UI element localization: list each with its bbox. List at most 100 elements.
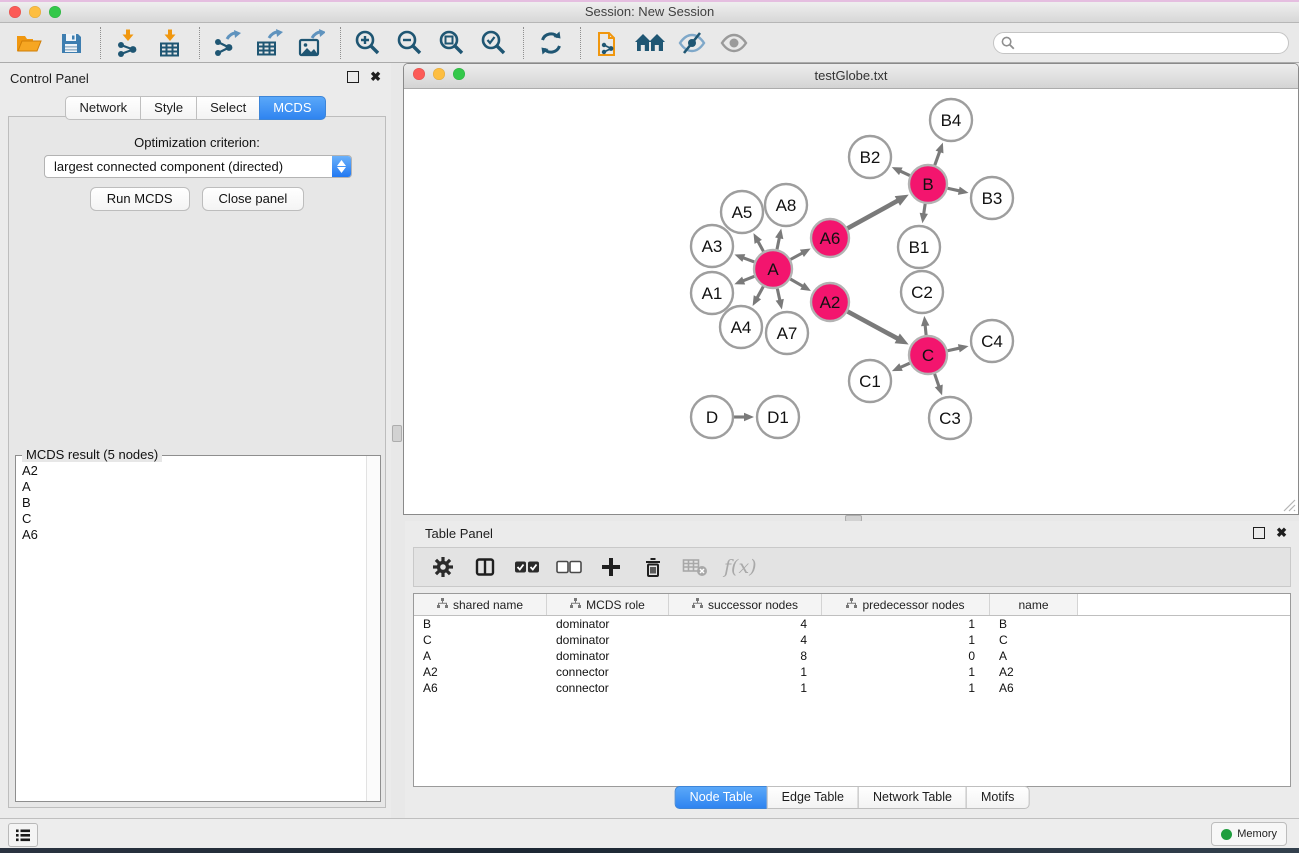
- mcds-result-list[interactable]: A2ABCA6: [16, 457, 367, 801]
- search-field[interactable]: [993, 32, 1289, 54]
- table-body[interactable]: Bdominator41BCdominator41CAdominator80AA…: [414, 616, 1290, 696]
- window-resize-grip[interactable]: [1283, 499, 1296, 512]
- network-window-title-bar[interactable]: testGlobe.txt: [404, 64, 1298, 89]
- export-table-icon[interactable]: [252, 27, 286, 59]
- edge-A-A1[interactable]: [743, 276, 755, 281]
- edge-C-C2[interactable]: [925, 325, 926, 335]
- network-canvas[interactable]: B4B2BB3A8A5A6A3B1AA1C2A2A4A7C4CC1C3DD1: [404, 89, 1298, 514]
- save-session-icon[interactable]: [54, 27, 88, 59]
- split-column-icon[interactable]: [470, 552, 500, 582]
- edge-C-C3[interactable]: [935, 374, 940, 387]
- float-panel-icon[interactable]: [347, 71, 359, 83]
- table-row[interactable]: Cdominator41C: [414, 632, 1290, 648]
- criterion-select[interactable]: largest connected component (directed): [44, 155, 352, 178]
- edge-B-B1[interactable]: [924, 204, 926, 215]
- column-header-MCDS-role[interactable]: MCDS role: [547, 594, 669, 615]
- table-cell[interactable]: connector: [547, 680, 669, 696]
- table-cell[interactable]: dominator: [547, 616, 669, 632]
- table-cell[interactable]: 1: [669, 680, 822, 696]
- table-cell[interactable]: 1: [822, 664, 990, 680]
- table-cell[interactable]: A2: [414, 664, 547, 680]
- edge-A-A3[interactable]: [743, 258, 754, 262]
- minimize-window-button[interactable]: [433, 68, 445, 80]
- table-cell[interactable]: 8: [669, 648, 822, 664]
- vertical-split-handle[interactable]: [392, 425, 402, 442]
- minimize-window-button[interactable]: [29, 6, 41, 18]
- edge-B-B4[interactable]: [935, 151, 940, 165]
- select-all-check-icon[interactable]: [512, 552, 542, 582]
- column-header-name[interactable]: name: [990, 594, 1078, 615]
- result-item[interactable]: A6: [22, 527, 367, 543]
- window-controls[interactable]: [9, 6, 61, 18]
- edge-C-C1[interactable]: [900, 363, 910, 367]
- table-cell[interactable]: A2: [990, 664, 1078, 680]
- deselect-all-icon[interactable]: [554, 552, 584, 582]
- table-cell[interactable]: 4: [669, 616, 822, 632]
- delete-column-icon[interactable]: [638, 552, 668, 582]
- tab-motifs[interactable]: Motifs: [966, 786, 1029, 809]
- run-mcds-button[interactable]: Run MCDS: [90, 187, 190, 211]
- result-item[interactable]: B: [22, 495, 367, 511]
- network-window-controls[interactable]: [413, 68, 465, 80]
- table-row[interactable]: A2connector11A2: [414, 664, 1290, 680]
- show-details-icon[interactable]: [717, 27, 751, 59]
- open-session-icon[interactable]: [12, 27, 46, 59]
- table-row[interactable]: Bdominator41B: [414, 616, 1290, 632]
- import-network-icon[interactable]: [111, 27, 145, 59]
- edge-C-C4[interactable]: [948, 348, 960, 351]
- table-cell[interactable]: connector: [547, 664, 669, 680]
- refresh-icon[interactable]: [534, 27, 568, 59]
- export-network-icon[interactable]: [210, 27, 244, 59]
- export-image-icon[interactable]: [294, 27, 328, 59]
- edge-A2-C[interactable]: [848, 312, 899, 339]
- edge-B-B2[interactable]: [900, 171, 910, 176]
- tab-network[interactable]: Network: [65, 96, 141, 120]
- table-cell[interactable]: A: [414, 648, 547, 664]
- tab-node-table[interactable]: Node Table: [675, 786, 768, 809]
- table-cell[interactable]: A6: [414, 680, 547, 696]
- zoom-fit-icon[interactable]: [435, 27, 469, 59]
- edge-A-A4[interactable]: [757, 287, 763, 299]
- home-icon[interactable]: [633, 27, 667, 59]
- node-table[interactable]: shared nameMCDS rolesuccessor nodesprede…: [413, 593, 1291, 787]
- column-header-predecessor-nodes[interactable]: predecessor nodes: [822, 594, 990, 615]
- hide-details-icon[interactable]: [675, 27, 709, 59]
- table-cell[interactable]: A: [990, 648, 1078, 664]
- close-window-button[interactable]: [9, 6, 21, 18]
- table-cell[interactable]: 1: [822, 632, 990, 648]
- table-cell[interactable]: dominator: [547, 648, 669, 664]
- zoom-selected-icon[interactable]: [477, 27, 511, 59]
- table-cell[interactable]: 1: [669, 664, 822, 680]
- edge-B-B3[interactable]: [948, 188, 960, 191]
- tab-network-table[interactable]: Network Table: [858, 786, 967, 809]
- table-cell[interactable]: 1: [822, 616, 990, 632]
- show-panels-button[interactable]: [8, 823, 38, 847]
- result-item[interactable]: A2: [22, 463, 367, 479]
- zoom-out-icon[interactable]: [393, 27, 427, 59]
- table-cell[interactable]: B: [990, 616, 1078, 632]
- close-panel-icon[interactable]: ✖: [370, 71, 381, 83]
- table-options-icon[interactable]: [428, 552, 458, 582]
- memory-button[interactable]: Memory: [1211, 822, 1287, 846]
- network-from-file-icon[interactable]: [591, 27, 625, 59]
- edge-A6-B[interactable]: [848, 200, 899, 228]
- tab-select[interactable]: Select: [196, 96, 260, 120]
- zoom-window-button[interactable]: [49, 6, 61, 18]
- close-panel-icon[interactable]: ✖: [1276, 527, 1287, 539]
- edge-A-A8[interactable]: [777, 237, 779, 249]
- search-input[interactable]: [1020, 35, 1288, 51]
- table-cell[interactable]: C: [990, 632, 1078, 648]
- import-table-icon[interactable]: [153, 27, 187, 59]
- table-row[interactable]: A6connector11A6: [414, 680, 1290, 696]
- table-cell[interactable]: 4: [669, 632, 822, 648]
- network-graph[interactable]: B4B2BB3A8A5A6A3B1AA1C2A2A4A7C4CC1C3DD1: [404, 89, 1298, 514]
- table-cell[interactable]: B: [414, 616, 547, 632]
- table-cell[interactable]: 1: [822, 680, 990, 696]
- close-panel-button[interactable]: Close panel: [202, 187, 305, 211]
- result-item[interactable]: A: [22, 479, 367, 495]
- table-cell[interactable]: A6: [990, 680, 1078, 696]
- edge-A-A7[interactable]: [777, 289, 780, 301]
- column-header-shared-name[interactable]: shared name: [414, 594, 547, 615]
- close-window-button[interactable]: [413, 68, 425, 80]
- edge-A-A5[interactable]: [758, 241, 764, 251]
